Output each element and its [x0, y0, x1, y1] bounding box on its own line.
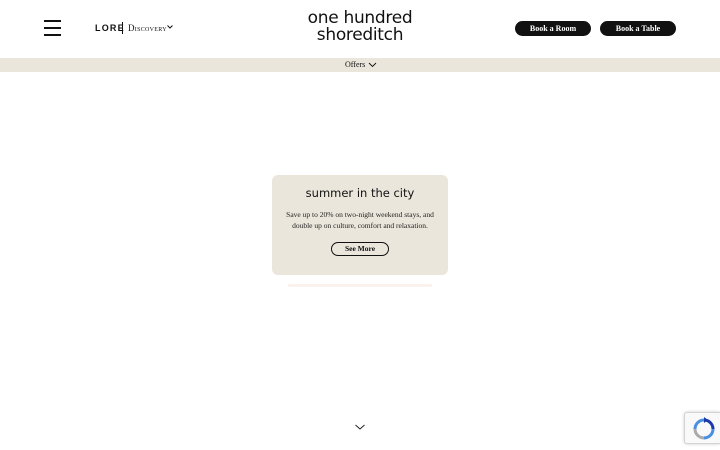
- book-table-button[interactable]: Book a Table: [600, 21, 676, 36]
- lore-label[interactable]: LORE: [95, 23, 125, 33]
- discovery-dropdown[interactable]: Discovery: [128, 23, 167, 33]
- brand-logo[interactable]: one hundred shoreditch: [300, 10, 420, 44]
- book-room-button[interactable]: Book a Room: [515, 21, 591, 36]
- offers-bar[interactable]: Offers: [0, 58, 720, 72]
- recaptcha-badge[interactable]: [684, 412, 720, 444]
- chevron-down-icon[interactable]: [166, 23, 174, 31]
- scroll-down-chevron-icon[interactable]: [354, 422, 366, 432]
- see-more-button[interactable]: See More: [331, 242, 389, 256]
- recaptcha-icon: [693, 417, 715, 440]
- promo-card-title: summer in the city: [305, 186, 415, 200]
- promo-card-text: Save up to 20% on two-night weekend stay…: [286, 210, 434, 230]
- hamburger-menu-icon[interactable]: [44, 20, 61, 36]
- lore-divider: [122, 22, 123, 34]
- brand-line-2: shoreditch: [316, 25, 404, 45]
- offers-label[interactable]: Offers: [345, 60, 365, 70]
- promo-card: summer in the city Save up to 20% on two…: [272, 175, 448, 275]
- promo-card-shadow: [288, 284, 432, 287]
- chevron-down-icon[interactable]: [368, 61, 377, 69]
- site-header: LORE Discovery one hundred shoreditch Bo…: [0, 0, 720, 58]
